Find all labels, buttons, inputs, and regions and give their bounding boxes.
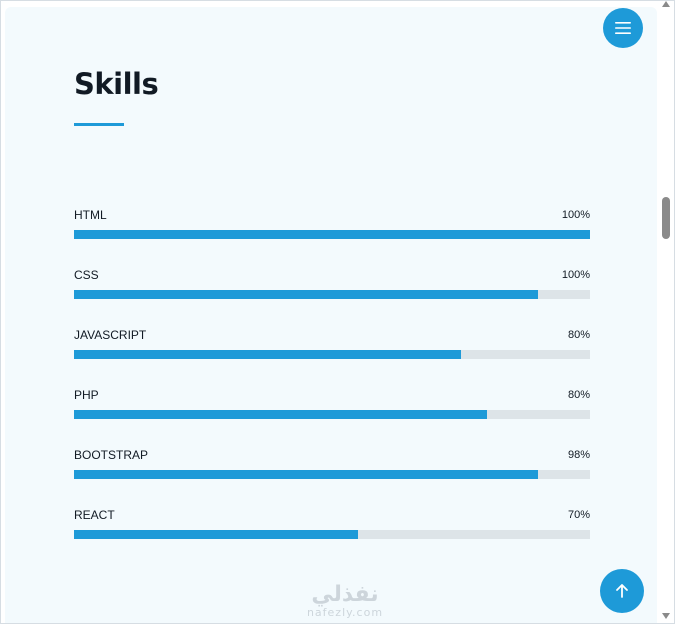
progress-track (74, 410, 590, 419)
progress-fill (74, 230, 590, 239)
progress-fill (74, 470, 539, 479)
progress-track (74, 530, 590, 539)
skill-item: REACT 70% (74, 507, 590, 567)
skill-name: PHP (74, 388, 99, 402)
vertical-scrollbar[interactable] (660, 1, 674, 623)
watermark-arabic: نفذلي (311, 582, 379, 607)
back-to-top-button[interactable] (600, 569, 644, 613)
skill-name: JAVASCRIPT (74, 328, 147, 342)
skill-name: HTML (74, 208, 107, 222)
skill-name: REACT (74, 508, 115, 522)
skill-percent: 98% (567, 449, 590, 461)
section-title: Skills (74, 67, 159, 101)
scroll-down-arrow-icon[interactable] (662, 613, 670, 619)
skill-item: CSS 100% (74, 267, 590, 327)
skill-item: PHP 80% (74, 387, 590, 447)
skill-percent: 100% (561, 209, 590, 221)
progress-fill (74, 350, 461, 359)
progress-fill (74, 290, 539, 299)
skill-percent: 80% (567, 389, 590, 401)
arrow-up-icon (616, 584, 628, 598)
progress-track (74, 350, 590, 359)
skill-percent: 70% (567, 509, 590, 521)
skill-item: HTML 100% (74, 207, 590, 267)
menu-button[interactable] (603, 8, 643, 48)
title-underline (74, 123, 124, 126)
browser-viewport: Skills HTML 100% CSS 100% JAVASCRIPT 80% (0, 0, 675, 624)
progress-track (74, 230, 590, 239)
hamburger-menu-icon (615, 22, 631, 34)
skill-percent: 80% (567, 329, 590, 341)
skill-percent: 100% (561, 269, 590, 281)
skill-name: BOOTSTRAP (74, 448, 149, 462)
scrollbar-thumb[interactable] (662, 197, 670, 239)
progress-track (74, 470, 590, 479)
skills-list: HTML 100% CSS 100% JAVASCRIPT 80% PHP 80… (74, 207, 590, 567)
progress-fill (74, 410, 487, 419)
skill-item: BOOTSTRAP 98% (74, 447, 590, 507)
skills-section: Skills HTML 100% CSS 100% JAVASCRIPT 80% (5, 7, 657, 623)
skill-name: CSS (74, 268, 99, 282)
skill-item: JAVASCRIPT 80% (74, 327, 590, 387)
progress-fill (74, 530, 358, 539)
progress-track (74, 290, 590, 299)
watermark-logo: نفذلي nafezly.com (297, 583, 393, 619)
watermark-latin: nafezly.com (306, 606, 384, 619)
scroll-up-arrow-icon[interactable] (662, 1, 670, 7)
